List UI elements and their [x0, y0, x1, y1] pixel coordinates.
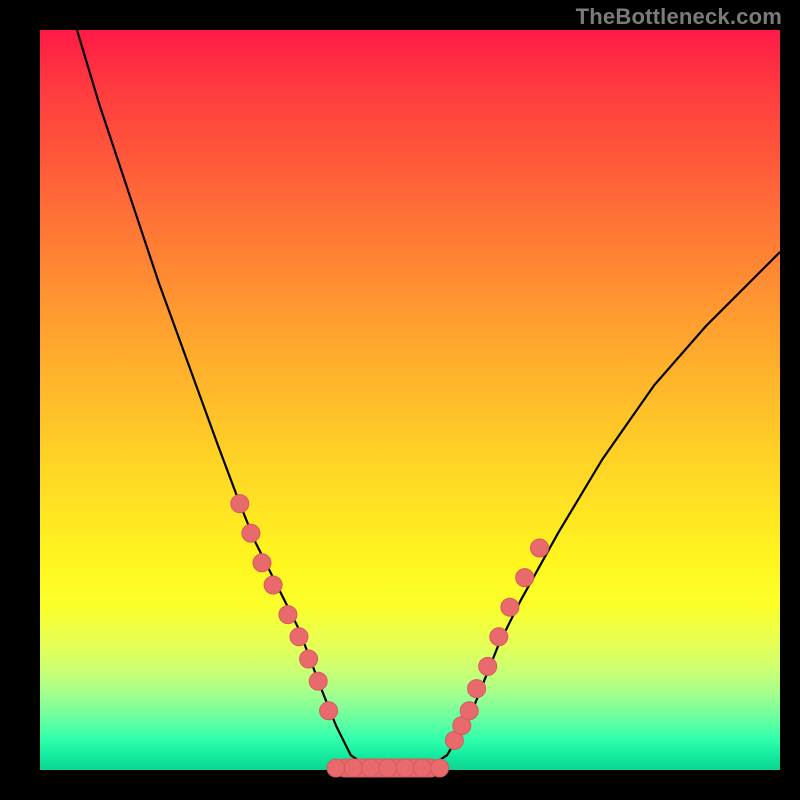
- marker-left-7: [309, 672, 327, 690]
- flat-dot-2: [362, 759, 380, 777]
- marker-right-4: [479, 657, 497, 675]
- marker-left-3: [264, 576, 282, 594]
- watermark-text: TheBottleneck.com: [576, 4, 782, 30]
- marker-right-3: [468, 680, 486, 698]
- marker-left-6: [300, 650, 318, 668]
- marker-right-7: [516, 569, 534, 587]
- flat-dot-4: [396, 759, 414, 777]
- marker-right-6: [501, 598, 519, 616]
- curve-svg: [40, 30, 780, 770]
- flat-segment-group: [327, 759, 449, 777]
- bottleneck-curve: [77, 30, 780, 770]
- marker-right-2: [460, 702, 478, 720]
- marker-left-0: [231, 495, 249, 513]
- marker-left-8: [320, 702, 338, 720]
- marker-right-5: [490, 628, 508, 646]
- chart-frame: TheBottleneck.com: [0, 0, 800, 800]
- flat-dot-1: [344, 759, 362, 777]
- markers-right-group: [445, 539, 548, 749]
- marker-left-4: [279, 606, 297, 624]
- marker-left-2: [253, 554, 271, 572]
- markers-left-group: [231, 495, 338, 720]
- marker-right-8: [531, 539, 549, 557]
- flat-dot-5: [413, 759, 431, 777]
- flat-dot-0: [327, 759, 345, 777]
- marker-left-5: [290, 628, 308, 646]
- flat-dot-6: [431, 759, 449, 777]
- marker-left-1: [242, 524, 260, 542]
- flat-dot-3: [379, 759, 397, 777]
- plot-area: [40, 30, 780, 770]
